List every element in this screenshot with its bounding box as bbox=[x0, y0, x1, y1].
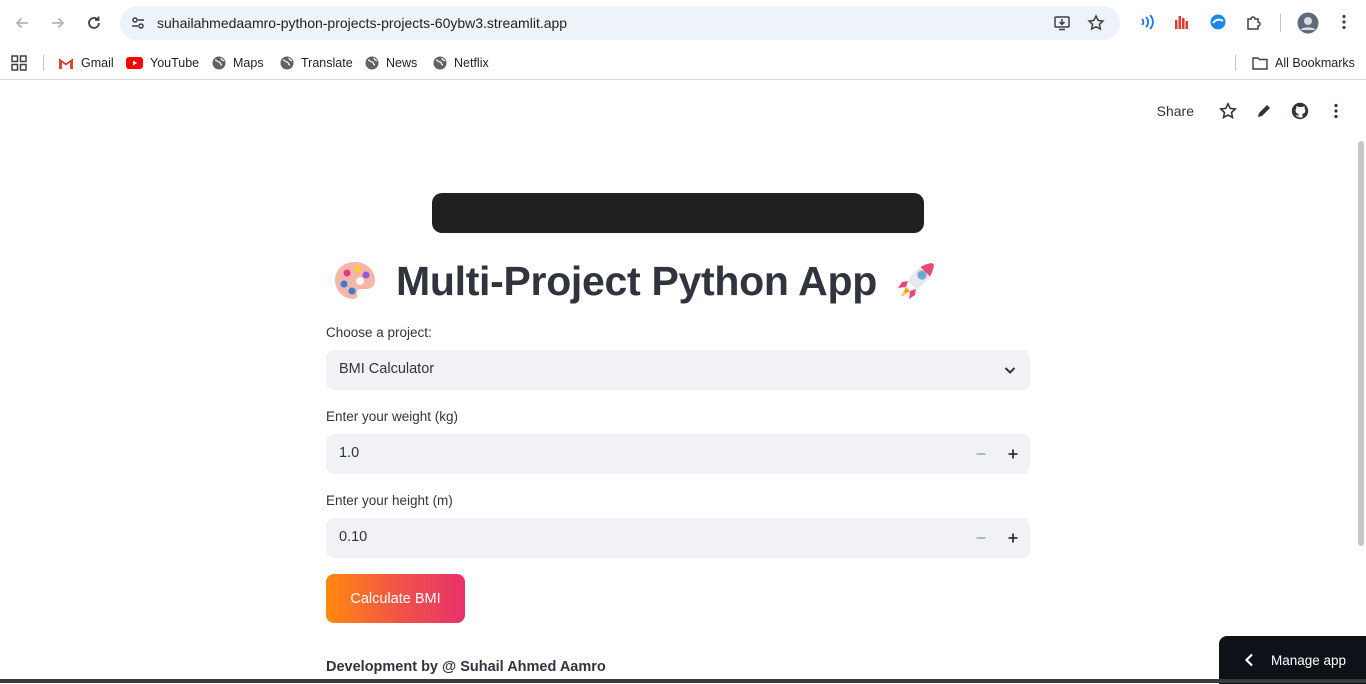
height-number-input[interactable]: 0.10 bbox=[326, 518, 1030, 558]
extensions-puzzle-icon[interactable] bbox=[1243, 11, 1265, 33]
equalizer-extension-icon[interactable] bbox=[1171, 11, 1193, 33]
chevron-left-icon bbox=[1241, 652, 1257, 668]
browser-extension-icon[interactable] bbox=[1207, 11, 1229, 33]
apps-grid-button[interactable] bbox=[11, 53, 34, 73]
url-text[interactable]: suhailahmedaamro-python-projects-project… bbox=[157, 15, 567, 31]
streamlit-header-toolbar: Share bbox=[1157, 99, 1346, 123]
dark-banner bbox=[432, 193, 924, 233]
globe-icon bbox=[280, 56, 294, 70]
project-select-label: Choose a project: bbox=[326, 325, 432, 340]
globe-icon bbox=[365, 56, 379, 70]
page-scrollbar[interactable] bbox=[1358, 141, 1364, 546]
site-info-icon[interactable] bbox=[128, 13, 148, 33]
rocket-emoji-icon bbox=[891, 256, 941, 306]
height-input-label: Enter your height (m) bbox=[326, 493, 453, 508]
globe-icon bbox=[212, 56, 226, 70]
page-title: Multi-Project Python App bbox=[330, 253, 941, 309]
weight-value[interactable]: 1.0 bbox=[339, 445, 359, 461]
weight-input-label: Enter your weight (kg) bbox=[326, 409, 459, 424]
youtube-icon bbox=[126, 57, 143, 69]
bookmark-netflix[interactable]: Netflix bbox=[433, 53, 489, 73]
favorite-star-icon[interactable] bbox=[1218, 101, 1238, 121]
manage-app-label: Manage app bbox=[1271, 652, 1347, 668]
weight-number-input[interactable]: 1.0 bbox=[326, 434, 1030, 474]
developer-credit: Development by @ Suhail Ahmed Aamro bbox=[326, 659, 606, 675]
all-bookmarks-button[interactable]: All Bookmarks bbox=[1252, 53, 1355, 73]
palette-emoji-icon bbox=[330, 256, 380, 306]
bookmark-star-icon[interactable] bbox=[1086, 13, 1106, 33]
forward-button[interactable] bbox=[45, 10, 71, 36]
calculate-bmi-button[interactable]: Calculate BMI bbox=[326, 574, 465, 623]
reload-button[interactable] bbox=[81, 10, 107, 36]
plus-icon bbox=[1008, 449, 1018, 459]
share-button[interactable]: Share bbox=[1157, 103, 1194, 119]
arrow-left-icon bbox=[15, 17, 28, 29]
app-title-text: Multi-Project Python App bbox=[396, 257, 877, 304]
bookmarks-divider bbox=[43, 55, 44, 71]
reload-icon bbox=[88, 16, 100, 29]
folder-icon bbox=[1252, 57, 1268, 70]
browser-menu-icon[interactable] bbox=[1333, 11, 1355, 33]
globe-icon bbox=[433, 56, 447, 70]
project-select[interactable]: BMI Calculator bbox=[326, 350, 1030, 390]
apps-grid-icon bbox=[11, 55, 27, 71]
install-app-icon[interactable] bbox=[1052, 13, 1072, 33]
height-value[interactable]: 0.10 bbox=[339, 529, 367, 545]
github-icon[interactable] bbox=[1290, 101, 1310, 121]
app-menu-icon[interactable] bbox=[1326, 101, 1346, 121]
manage-app-button[interactable]: Manage app bbox=[1219, 636, 1366, 684]
weight-increment-button[interactable] bbox=[1003, 444, 1023, 464]
bookmark-translate[interactable]: Translate bbox=[280, 53, 353, 73]
bookmarks-bar: Gmail YouTube Maps Translate News Netfli… bbox=[0, 46, 1366, 80]
bookmark-youtube[interactable]: YouTube bbox=[126, 53, 199, 73]
minus-icon bbox=[976, 453, 986, 455]
chevron-down-icon bbox=[1004, 367, 1016, 374]
bookmark-maps[interactable]: Maps bbox=[212, 53, 264, 73]
edit-pencil-icon[interactable] bbox=[1254, 101, 1274, 121]
back-button[interactable] bbox=[9, 10, 35, 36]
project-select-value: BMI Calculator bbox=[339, 361, 435, 377]
plus-icon bbox=[1008, 533, 1018, 543]
browser-toolbar: suhailahmedaamro-python-projects-project… bbox=[0, 0, 1366, 46]
address-bar[interactable]: suhailahmedaamro-python-projects-project… bbox=[120, 6, 1120, 40]
bookmark-gmail[interactable]: Gmail bbox=[58, 53, 114, 73]
streamlit-app: Share Multi-Project Python App Choose a … bbox=[0, 81, 1366, 684]
minus-icon bbox=[976, 537, 986, 539]
arrow-right-icon bbox=[52, 17, 65, 29]
window-bottom-edge bbox=[0, 679, 1366, 683]
weight-decrement-button[interactable] bbox=[971, 444, 991, 464]
gmail-icon bbox=[58, 58, 74, 69]
read-aloud-extension-icon[interactable] bbox=[1135, 11, 1157, 33]
profile-avatar[interactable] bbox=[1296, 11, 1320, 35]
height-increment-button[interactable] bbox=[1003, 528, 1023, 548]
bookmark-news[interactable]: News bbox=[365, 53, 417, 73]
toolbar-divider bbox=[1280, 14, 1281, 32]
height-decrement-button[interactable] bbox=[971, 528, 991, 548]
bookmarks-divider-right bbox=[1235, 55, 1236, 71]
